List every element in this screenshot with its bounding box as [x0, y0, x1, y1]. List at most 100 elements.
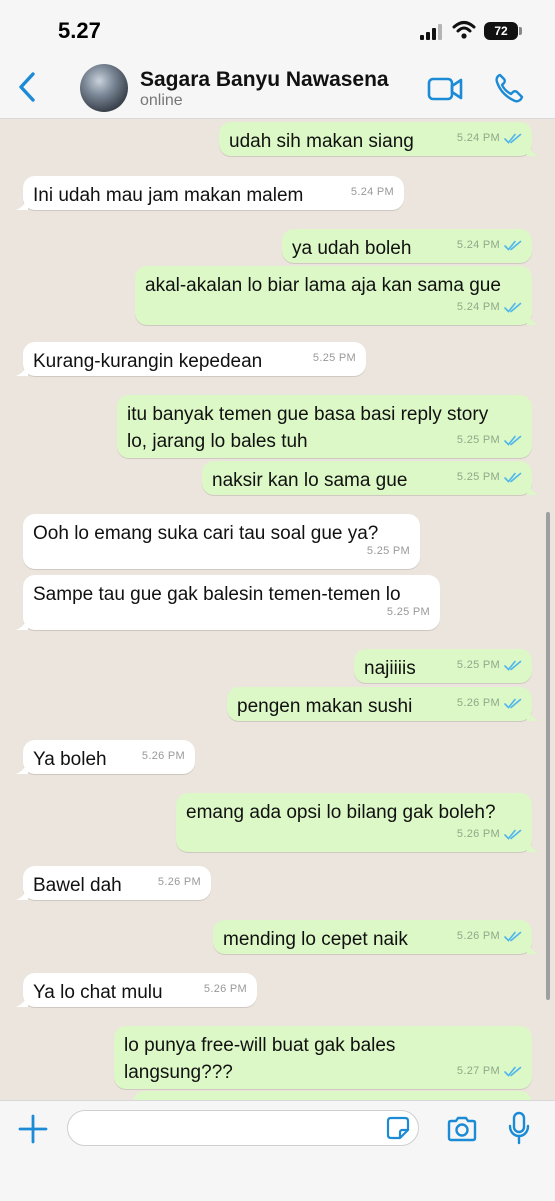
bubble-tail	[527, 481, 539, 495]
incoming-message[interactable]: Ya boleh 5.26 PM	[16, 740, 195, 774]
chat-header: Sagara Banyu Nawasena online	[0, 58, 555, 119]
bubble-tail	[527, 311, 539, 325]
contact-name[interactable]: Sagara Banyu Nawasena	[140, 68, 389, 92]
message-meta: 5.26 PM	[158, 869, 201, 896]
message-input[interactable]	[67, 1110, 419, 1146]
incoming-message[interactable]: Ya lo chat mulu 5.26 PM	[16, 973, 257, 1007]
status-bar: 5.27 72	[0, 0, 555, 58]
message-meta: 5.24 PM	[457, 125, 522, 152]
chevron-left-icon[interactable]	[14, 70, 40, 104]
message-meta: 5.26 PM	[457, 821, 522, 848]
outgoing-message[interactable]: naksir kan lo sama gue 5.25 PM	[202, 461, 539, 495]
message-timestamp: 5.25 PM	[386, 606, 430, 618]
bubble-tail	[527, 142, 539, 156]
message-meta: 5.24 PM	[351, 179, 394, 206]
video-camera-icon[interactable]	[427, 76, 463, 102]
double-check-icon	[504, 302, 522, 313]
contact-avatar[interactable]	[80, 64, 128, 112]
outgoing-message[interactable]: udah sih makan siang 5.24 PM	[219, 122, 539, 156]
incoming-message[interactable]: Ooh lo emang suka cari tau soal gue ya? 5…	[23, 514, 420, 569]
outgoing-message[interactable]: pengen makan sushi 5.26 PM	[227, 687, 539, 721]
bubble-tail	[16, 760, 28, 774]
status-time: 5.27	[58, 18, 101, 43]
double-check-icon	[504, 698, 522, 709]
bubble-tail	[527, 940, 539, 954]
microphone-icon[interactable]	[507, 1111, 531, 1145]
outgoing-message[interactable]: emang ada opsi lo bilang gak boleh? 5.26 …	[176, 793, 539, 852]
message-timestamp: 5.25 PM	[366, 545, 410, 557]
double-check-icon	[504, 472, 522, 483]
outgoing-message[interactable]: ya udah boleh 5.24 PM	[282, 229, 532, 263]
message-timestamp: 5.25 PM	[456, 659, 500, 671]
double-check-icon	[504, 133, 522, 144]
double-check-icon	[504, 660, 522, 671]
bubble-tail	[16, 616, 28, 630]
contact-status: online	[140, 92, 183, 109]
plus-icon[interactable]	[18, 1114, 48, 1144]
message-text: Ini udah mau jam makan malem	[33, 185, 304, 206]
message-timestamp: 5.25 PM	[312, 352, 356, 364]
message-text: Kurang-kurangin kepedean	[33, 351, 263, 372]
message-meta: 5.25 PM	[367, 538, 410, 565]
message-meta: 5.26 PM	[204, 976, 247, 1003]
bubble-tail	[16, 886, 28, 900]
battery-indicator: 72	[484, 22, 518, 40]
bubble-tail	[527, 707, 539, 721]
camera-icon[interactable]	[446, 1115, 478, 1143]
message-meta: 5.25 PM	[387, 599, 430, 626]
outgoing-message[interactable]: mending lo cepet naik 5.26 PM	[213, 920, 539, 954]
bubble-tail	[527, 838, 539, 852]
double-check-icon	[504, 829, 522, 840]
message-timestamp: 5.26 PM	[456, 930, 500, 942]
message-timestamp: 5.24 PM	[456, 301, 500, 313]
message-meta: 5.25 PM	[313, 345, 356, 372]
scrollbar[interactable]	[546, 512, 550, 1000]
incoming-message[interactable]: Bawel dah 5.26 PM	[16, 866, 211, 900]
message-timestamp: 5.27 PM	[456, 1065, 500, 1077]
message-text: Ooh lo emang suka cari tau soal gue ya?	[33, 523, 379, 544]
message-timestamp: 5.24 PM	[456, 132, 500, 144]
battery-cap	[519, 27, 522, 35]
phone-icon[interactable]	[494, 72, 524, 104]
outgoing-message[interactable]: najiiiis 5.25 PM	[354, 649, 532, 683]
message-timestamp: 5.24 PM	[350, 186, 394, 198]
message-timestamp: 5.26 PM	[456, 828, 500, 840]
message-meta: 5.26 PM	[457, 690, 522, 717]
message-text: itu banyak temen gue basa basi reply sto…	[127, 404, 489, 425]
message-timestamp: 5.24 PM	[456, 239, 500, 251]
outgoing-message[interactable]: akal-akalan lo biar lama aja kan sama gu…	[135, 266, 539, 325]
message-text: Sampe tau gue gak balesin temen-temen lo	[33, 584, 401, 605]
message-meta: 5.24 PM	[457, 232, 522, 259]
sticker-icon[interactable]	[386, 1116, 410, 1140]
message-timestamp: 5.25 PM	[456, 471, 500, 483]
signal-icon	[420, 24, 442, 40]
message-list[interactable]: udah sih makan siang 5.24 PM Ini udah mau …	[0, 119, 555, 1100]
message-meta: 5.25 PM	[457, 652, 522, 679]
bubble-tail	[16, 196, 28, 210]
outgoing-message[interactable]: lo punya free-will buat gak bales langsun…	[114, 1026, 532, 1089]
bubble-tail	[16, 993, 28, 1007]
incoming-message[interactable]: Sampe tau gue gak balesin temen-temen lo…	[16, 575, 440, 630]
outgoing-message[interactable]: itu banyak temen gue basa basi reply sto…	[117, 395, 532, 458]
message-timestamp: 5.26 PM	[203, 983, 247, 995]
wifi-icon	[452, 21, 476, 39]
message-meta: 5.27 PM	[457, 1058, 522, 1085]
double-check-icon	[504, 931, 522, 942]
incoming-message[interactable]: Ini udah mau jam makan malem 5.24 PM	[16, 176, 404, 210]
message-meta: 5.25 PM	[457, 427, 522, 454]
outgoing-message[interactable]	[133, 1091, 532, 1100]
double-check-icon	[504, 240, 522, 251]
double-check-icon	[504, 1066, 522, 1077]
message-meta: 5.26 PM	[457, 923, 522, 950]
message-timestamp: 5.25 PM	[456, 434, 500, 446]
message-meta: 5.25 PM	[457, 464, 522, 491]
bubble-tail	[16, 362, 28, 376]
message-text: lo punya free-will buat gak bales	[124, 1035, 396, 1056]
message-meta: 5.26 PM	[142, 743, 185, 770]
incoming-message[interactable]: Kurang-kurangin kepedean 5.25 PM	[16, 342, 366, 376]
message-meta: 5.24 PM	[457, 294, 522, 321]
double-check-icon	[504, 435, 522, 446]
composer-bar	[0, 1100, 555, 1201]
message-timestamp: 5.26 PM	[141, 750, 185, 762]
message-timestamp: 5.26 PM	[456, 697, 500, 709]
